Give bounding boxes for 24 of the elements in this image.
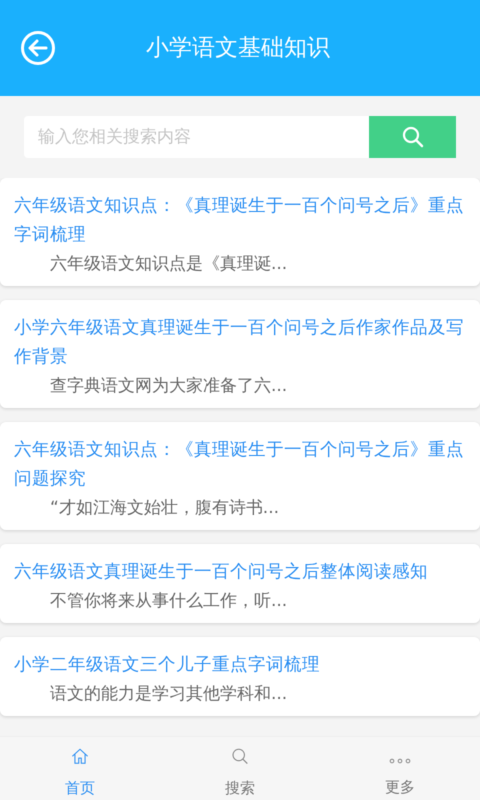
article-snippet: 查字典语文网为大家准备了六... [49, 375, 288, 398]
article-snippet: 语文的能力是学习其他学科和... [49, 683, 288, 706]
article-card[interactable]: 小学二年级语文三个儿子重点字词梳理 语文的能力是学习其他学科和... [0, 637, 480, 716]
article-card[interactable]: 六年级语文真理诞生于一百个问号之后整体阅读感知 不管你将来从事什么工作，听... [0, 544, 480, 623]
article-snippet: 六年级语文知识点是《真理诞... [49, 253, 288, 276]
article-title: 小学六年级语文真理诞生于一百个问号之后作家作品及写作背景 [14, 317, 465, 369]
article-snippet: 不管你将来从事什么工作，听... [49, 590, 288, 613]
tab-bar-item[interactable]: 搜索 [160, 737, 320, 800]
back-icon[interactable] [20, 30, 56, 66]
tab-bar-item[interactable]: 首页 [0, 737, 160, 800]
search-button[interactable] [369, 116, 456, 158]
tab-bar-item[interactable]: 更多 [320, 737, 480, 800]
article-title: 小学二年级语文三个儿子重点字词梳理 [14, 654, 321, 677]
article-card[interactable]: 小学六年级语文真理诞生于一百个问号之后作家作品及写作背景 查字典语文网为大家准备了六... [0, 300, 480, 408]
more-icon [389, 758, 411, 764]
article-card[interactable]: 六年级语文知识点：《真理诞生于一百个问号之后》重点字词梳理 六年级语文知识点是《真理诞... [0, 178, 480, 286]
article-title: 六年级语文真理诞生于一百个问号之后整体阅读感知 [14, 561, 429, 584]
article-title: 六年级语文知识点：《真理诞生于一百个问号之后》重点问题探究 [14, 439, 465, 491]
article-title: 六年级语文知识点：《真理诞生于一百个问号之后》重点字词梳理 [14, 195, 465, 247]
article-snippet: “才如江海文始壮，腹有诗书... [49, 497, 280, 520]
page-title: 小学语文基础知识 [145, 34, 331, 63]
search-icon [402, 126, 424, 148]
search-field[interactable]: 输入您相关搜索内容 [24, 116, 369, 158]
article-card[interactable]: 六年级语文知识点：《真理诞生于一百个问号之后》重点问题探究 “才如江海文始壮，腹有诗书... [0, 422, 480, 530]
